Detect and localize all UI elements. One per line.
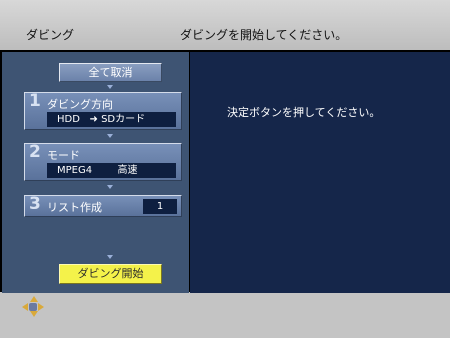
title-bar: ダビング ダビングを開始してください。 [0,0,450,50]
down-arrow-icon [107,185,113,189]
cancel-all-button[interactable]: 全て取消 [59,63,162,82]
dpad-down-icon [30,311,38,317]
step-number: 2 [29,142,41,162]
step-label: モード [47,149,80,162]
speed-value: 高速 [117,165,138,176]
step-number: 3 [29,194,41,214]
step-dubbing-direction[interactable]: 1 ダビング方向 HDD ➜ SDカード [24,91,182,130]
dubbing-direction-value: HDD ➜ SDカード [47,112,176,127]
mode-value: MPEG4 高速 [47,163,176,178]
step-list-creation[interactable]: 3 リスト作成 1 [24,194,182,217]
start-dubbing-button[interactable]: ダビング開始 [59,264,162,284]
destination-value: SDカード [101,114,146,125]
dpad-left-icon [22,303,28,311]
down-arrow-icon [107,134,113,138]
message-panel: 決定ボタンを押してください。 [190,52,450,293]
step-label: ダビング方向 [47,98,113,111]
dpad-right-icon [38,303,44,311]
down-arrow-icon [107,255,113,259]
format-value: MPEG4 [57,165,93,176]
dpad-icon [20,296,46,318]
direction-arrow-icon: ➜ [89,114,98,125]
step-label: リスト作成 [47,201,102,214]
app-title: ダビング [26,28,75,42]
message-text: 決定ボタンを押してください。 [227,106,381,119]
source-value: HDD [57,114,80,125]
list-count-value: 1 [143,199,177,214]
step-mode[interactable]: 2 モード MPEG4 高速 [24,142,182,181]
dpad-center-icon [29,303,37,311]
step-number: 1 [29,91,41,111]
header-instruction: ダビングを開始してください。 [180,28,348,42]
dpad-up-icon [30,296,38,302]
down-arrow-icon [107,85,113,89]
